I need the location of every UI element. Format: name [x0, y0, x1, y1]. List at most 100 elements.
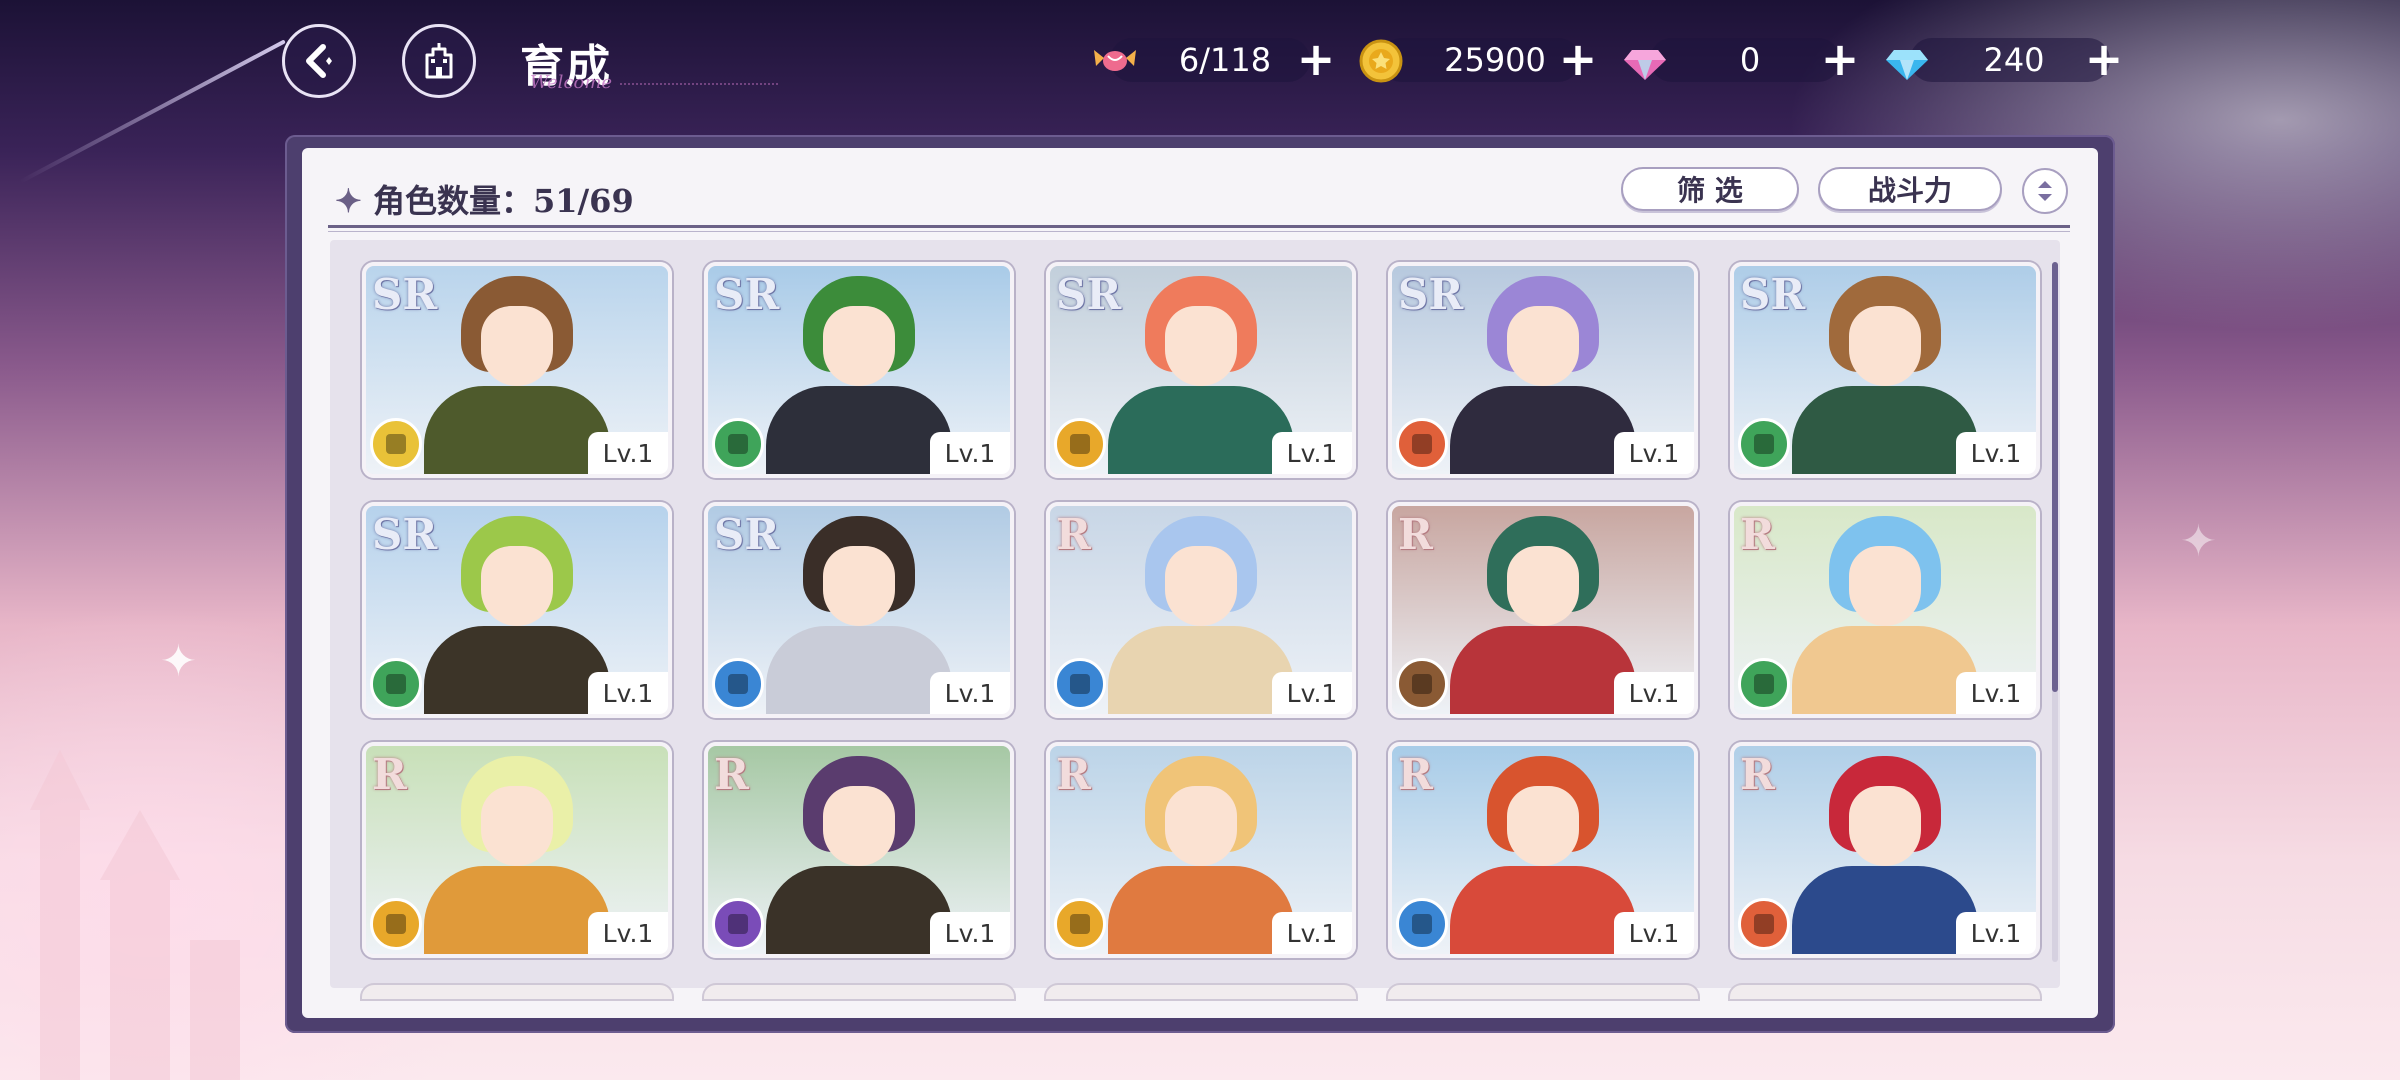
portrait-face [1849, 786, 1921, 866]
sparkle-icon: ✦ [2180, 516, 2217, 567]
portrait-face [481, 306, 553, 386]
character-card[interactable]: R Lv.1 [1046, 502, 1356, 718]
character-card[interactable]: R Lv.1 [704, 742, 1014, 958]
level-label: Lv.1 [930, 432, 1010, 474]
level-label: Lv.1 [588, 672, 668, 714]
add-pink-gem-button[interactable]: + [1818, 36, 1862, 82]
level-label: Lv.1 [930, 672, 1010, 714]
home-button[interactable] [402, 24, 476, 98]
character-card[interactable]: R Lv.1 [1046, 742, 1356, 958]
level-label: Lv.1 [588, 432, 668, 474]
portrait-outfit [1450, 866, 1636, 954]
rarity-badge: R [1056, 510, 1091, 559]
character-card[interactable]: SR Lv.1 [362, 502, 672, 718]
partial-character-card[interactable] [1046, 985, 1356, 999]
character-card[interactable]: R Lv.1 [1730, 742, 2040, 958]
class-icon [1054, 418, 1106, 470]
portrait-outfit [1108, 866, 1294, 954]
class-icon [370, 898, 422, 950]
portrait-face [1507, 546, 1579, 626]
portrait-outfit [424, 626, 610, 714]
level-label: Lv.1 [930, 912, 1010, 954]
portrait-outfit [1792, 866, 1978, 954]
level-label: Lv.1 [1956, 432, 2036, 474]
partial-character-card[interactable] [704, 985, 1014, 999]
class-icon [1054, 898, 1106, 950]
character-card[interactable]: R Lv.1 [362, 742, 672, 958]
character-card[interactable]: R Lv.1 [1388, 502, 1698, 718]
character-card[interactable]: SR Lv.1 [704, 502, 1014, 718]
class-icon [1396, 898, 1448, 950]
add-diamond-button[interactable]: + [2082, 36, 2126, 82]
back-arrow-icon [306, 44, 332, 78]
portrait-outfit [766, 866, 952, 954]
rarity-badge: R [372, 750, 407, 799]
level-label: Lv.1 [1956, 912, 2036, 954]
add-candy-button[interactable]: + [1294, 36, 1338, 82]
class-icon [712, 418, 764, 470]
add-gold-button[interactable]: + [1556, 36, 1600, 82]
character-card[interactable]: R Lv.1 [1388, 742, 1698, 958]
title-deco-text: Welcome [530, 72, 612, 93]
character-card[interactable]: SR Lv.1 [704, 262, 1014, 478]
rarity-badge: R [1398, 510, 1433, 559]
rarity-badge: SR [714, 270, 780, 319]
partial-character-card[interactable] [1730, 985, 2040, 999]
portrait-face [823, 306, 895, 386]
portrait-outfit [1450, 386, 1636, 474]
star-bullet-icon: ✦ [335, 182, 362, 220]
portrait-face [823, 786, 895, 866]
portrait-outfit [1792, 386, 1978, 474]
rarity-badge: R [714, 750, 749, 799]
character-card[interactable]: SR Lv.1 [362, 262, 672, 478]
gold-coin-icon [1359, 39, 1403, 83]
portrait-face [1507, 306, 1579, 386]
rarity-badge: SR [372, 510, 438, 559]
portrait-outfit [1108, 386, 1294, 474]
character-card[interactable]: SR Lv.1 [1388, 262, 1698, 478]
character-card[interactable]: SR Lv.1 [1730, 262, 2040, 478]
portrait-outfit [1450, 626, 1636, 714]
back-button[interactable] [282, 24, 356, 98]
sort-power-button[interactable]: 战斗力 [1818, 167, 2002, 211]
rarity-badge: SR [372, 270, 438, 319]
pink-gem-icon [1624, 50, 1666, 80]
rarity-badge: SR [714, 510, 780, 559]
header-divider [328, 225, 2070, 228]
portrait-face [1165, 546, 1237, 626]
header-divider-thin [328, 231, 2070, 232]
diamond-value: 240 [1983, 41, 2045, 79]
rarity-badge: SR [1398, 270, 1464, 319]
portrait-face [481, 786, 553, 866]
rarity-badge: SR [1740, 270, 1806, 319]
level-label: Lv.1 [1272, 912, 1352, 954]
sort-order-toggle[interactable] [2022, 168, 2068, 214]
title-decoration: Welcome [530, 72, 780, 93]
gold-value: 25900 [1444, 41, 1546, 79]
filter-button[interactable]: 筛 选 [1621, 167, 1799, 211]
class-icon [1738, 658, 1790, 710]
partial-character-card[interactable] [362, 985, 672, 999]
portrait-face [1165, 306, 1237, 386]
class-icon [1396, 418, 1448, 470]
character-card[interactable]: SR Lv.1 [1046, 262, 1356, 478]
character-count: ✦ 角色数量：51/69 [335, 176, 634, 222]
partial-character-card[interactable] [1388, 985, 1698, 999]
portrait-face [481, 546, 553, 626]
top-bar: 育成 Welcome 6/118 + 25900 + 0 + 240 + [0, 0, 2400, 120]
character-count-text: 角色数量：51/69 [372, 182, 634, 220]
level-label: Lv.1 [1614, 912, 1694, 954]
portrait-outfit [424, 386, 610, 474]
castle-home-icon [425, 43, 453, 79]
portrait-outfit [424, 866, 610, 954]
portrait-face [823, 546, 895, 626]
class-icon [1054, 658, 1106, 710]
scrollbar-thumb[interactable] [2052, 262, 2058, 692]
candy-value: 6/118 [1178, 41, 1272, 79]
level-label: Lv.1 [1614, 432, 1694, 474]
portrait-face [1849, 306, 1921, 386]
character-card[interactable]: R Lv.1 [1730, 502, 2040, 718]
portrait-outfit [766, 626, 952, 714]
rarity-badge: R [1740, 750, 1775, 799]
rarity-badge: R [1398, 750, 1433, 799]
